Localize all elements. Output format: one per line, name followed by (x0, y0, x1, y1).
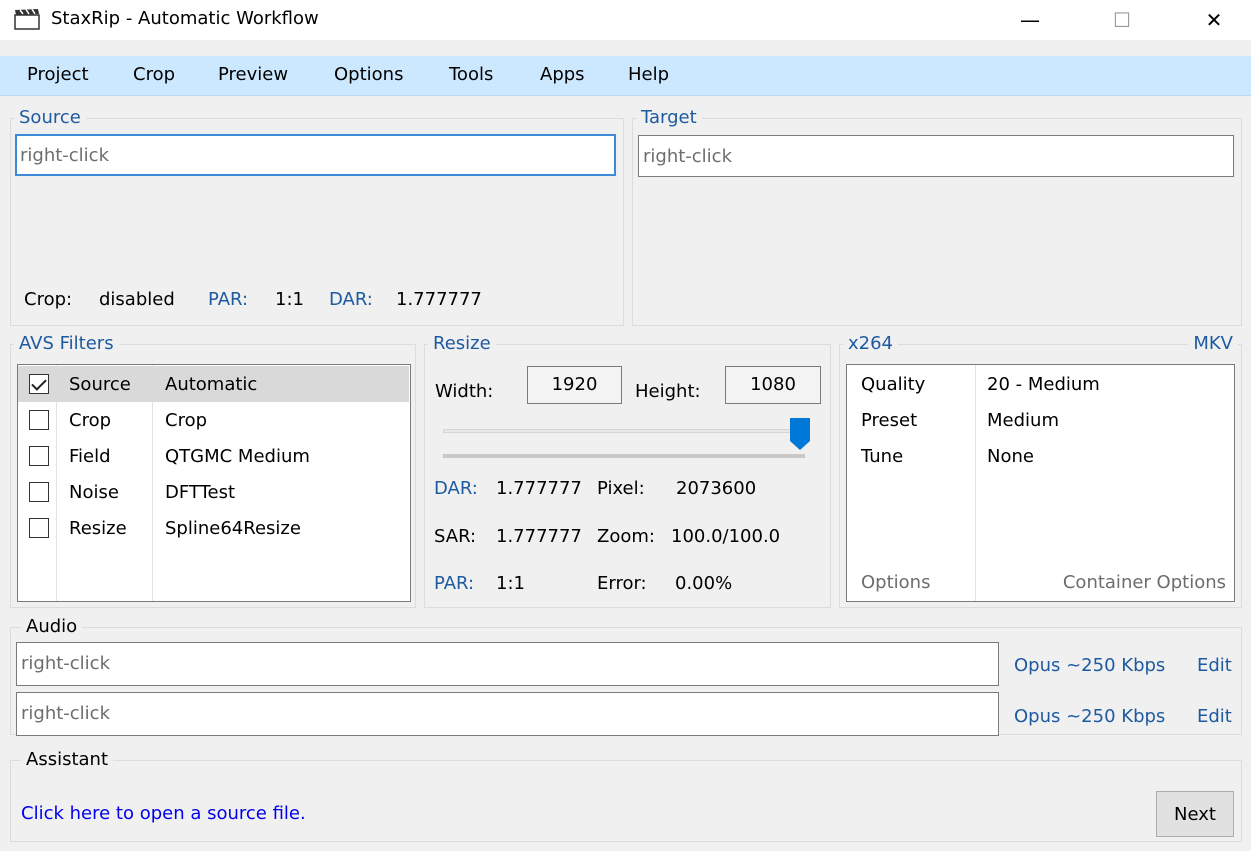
encoder-value: Medium (987, 410, 1059, 431)
source-dar-value: 1.777777 (396, 289, 482, 310)
filter-name: Crop (165, 410, 208, 431)
assistant-group: Assistant Click here to open a source fi… (10, 750, 1242, 842)
slider-ticks (443, 454, 805, 458)
encoder-value: 20 - Medium (987, 374, 1100, 395)
encoder-options-list[interactable]: Quality 20 - Medium Preset Medium Tune N… (846, 364, 1235, 602)
crop-label: Crop: (24, 289, 73, 310)
menu-options[interactable]: Options (334, 64, 403, 85)
next-button[interactable]: Next (1156, 791, 1234, 837)
container-label[interactable]: MKV (1188, 334, 1238, 354)
clapperboard-icon (14, 8, 40, 30)
menu-crop[interactable]: Crop (133, 64, 175, 85)
filter-list[interactable]: Source Automatic Crop Crop Field QTGMC M… (17, 364, 411, 602)
filter-name: Spline64Resize (165, 518, 301, 539)
zoom-label: Zoom: (597, 526, 655, 547)
filter-category: Field (69, 446, 111, 467)
target-group: Target right-click (632, 108, 1242, 326)
minimize-button[interactable]: — (1000, 0, 1060, 40)
encoder-group: x264 MKV Quality 20 - Medium Preset Medi… (839, 334, 1242, 608)
height-input[interactable]: 1080 (725, 366, 821, 404)
menu-apps[interactable]: Apps (540, 64, 585, 85)
resize-slider[interactable] (443, 417, 813, 463)
menu-bar: Project Crop Preview Options Tools Apps … (0, 56, 1251, 96)
menu-tools[interactable]: Tools (449, 64, 493, 85)
crop-value: disabled (99, 289, 175, 310)
error-value: 0.00% (675, 573, 733, 594)
container-options-link[interactable]: Container Options (1063, 572, 1226, 593)
source-group: Source right-click Crop: disabled PAR: 1… (10, 108, 624, 326)
sar-label: SAR: (434, 526, 477, 547)
filter-category: Noise (69, 482, 119, 503)
pixel-value: 2073600 (676, 478, 757, 499)
assistant-message[interactable]: Click here to open a source file. (21, 803, 306, 824)
height-label: Height: (635, 381, 701, 402)
source-par-value: 1:1 (275, 289, 304, 310)
encoder-key: Tune (861, 446, 904, 467)
filter-name: Automatic (165, 374, 258, 395)
maximize-button[interactable]: ☐ (1092, 0, 1152, 40)
source-par-label[interactable]: PAR: (208, 289, 248, 310)
resize-par-value: 1:1 (496, 573, 525, 594)
audio-track-2-edit[interactable]: Edit (1197, 706, 1232, 727)
width-input[interactable]: 1920 (527, 366, 622, 404)
avs-filters-group: AVS Filters Source Automatic Crop Crop F… (10, 334, 416, 608)
audio-track-2-input[interactable]: right-click (16, 692, 999, 736)
menu-project[interactable]: Project (27, 64, 89, 85)
resize-label: Resize (428, 334, 496, 354)
resize-group: Resize Width: 1920 Height: 1080 DAR: 1.7… (424, 334, 831, 608)
audio-track-1-edit[interactable]: Edit (1197, 655, 1232, 676)
target-label: Target (636, 108, 702, 128)
filter-checkbox[interactable] (29, 482, 49, 502)
resize-par-label[interactable]: PAR: (434, 573, 474, 594)
width-label: Width: (435, 381, 494, 402)
avs-filters-label: AVS Filters (14, 334, 119, 354)
window-title: StaxRip - Automatic Workflow (51, 8, 319, 29)
target-input[interactable]: right-click (638, 135, 1234, 177)
audio-group: Audio right-click Opus ~250 Kbps Edit ri… (10, 617, 1242, 736)
filter-checkbox[interactable] (29, 446, 49, 466)
encoder-label[interactable]: x264 (843, 334, 899, 354)
resize-dar-value: 1.777777 (496, 478, 582, 499)
source-input[interactable]: right-click (15, 134, 616, 176)
filter-name: DFTTest (165, 482, 236, 503)
audio-track-2-codec[interactable]: Opus ~250 Kbps (1014, 706, 1165, 727)
source-label: Source (14, 108, 86, 128)
assistant-label: Assistant (21, 750, 114, 770)
filter-name: QTGMC Medium (165, 446, 310, 467)
pixel-label: Pixel: (597, 478, 645, 499)
filter-category: Resize (69, 518, 127, 539)
filter-checkbox[interactable] (29, 410, 49, 430)
encoder-value: None (987, 446, 1034, 467)
close-button[interactable]: ✕ (1184, 0, 1244, 40)
audio-label: Audio (21, 617, 83, 637)
options-link[interactable]: Options (861, 572, 930, 593)
encoder-key: Preset (861, 410, 918, 431)
title-bar: StaxRip - Automatic Workflow — ☐ ✕ (0, 0, 1251, 40)
resize-dar-label[interactable]: DAR: (434, 478, 478, 499)
menu-preview[interactable]: Preview (218, 64, 288, 85)
audio-track-1-codec[interactable]: Opus ~250 Kbps (1014, 655, 1165, 676)
filter-category: Source (69, 374, 131, 395)
encoder-key: Quality (861, 374, 926, 395)
source-dar-label[interactable]: DAR: (329, 289, 373, 310)
zoom-value: 100.0/100.0 (671, 526, 781, 547)
filter-category: Crop (69, 410, 112, 431)
slider-thumb[interactable] (789, 417, 811, 451)
filter-checkbox[interactable] (29, 374, 49, 394)
slider-track (443, 429, 797, 433)
error-label: Error: (597, 573, 647, 594)
filter-checkbox[interactable] (29, 518, 49, 538)
sar-value: 1.777777 (496, 526, 582, 547)
audio-track-1-input[interactable]: right-click (16, 642, 999, 686)
menu-help[interactable]: Help (628, 64, 669, 85)
